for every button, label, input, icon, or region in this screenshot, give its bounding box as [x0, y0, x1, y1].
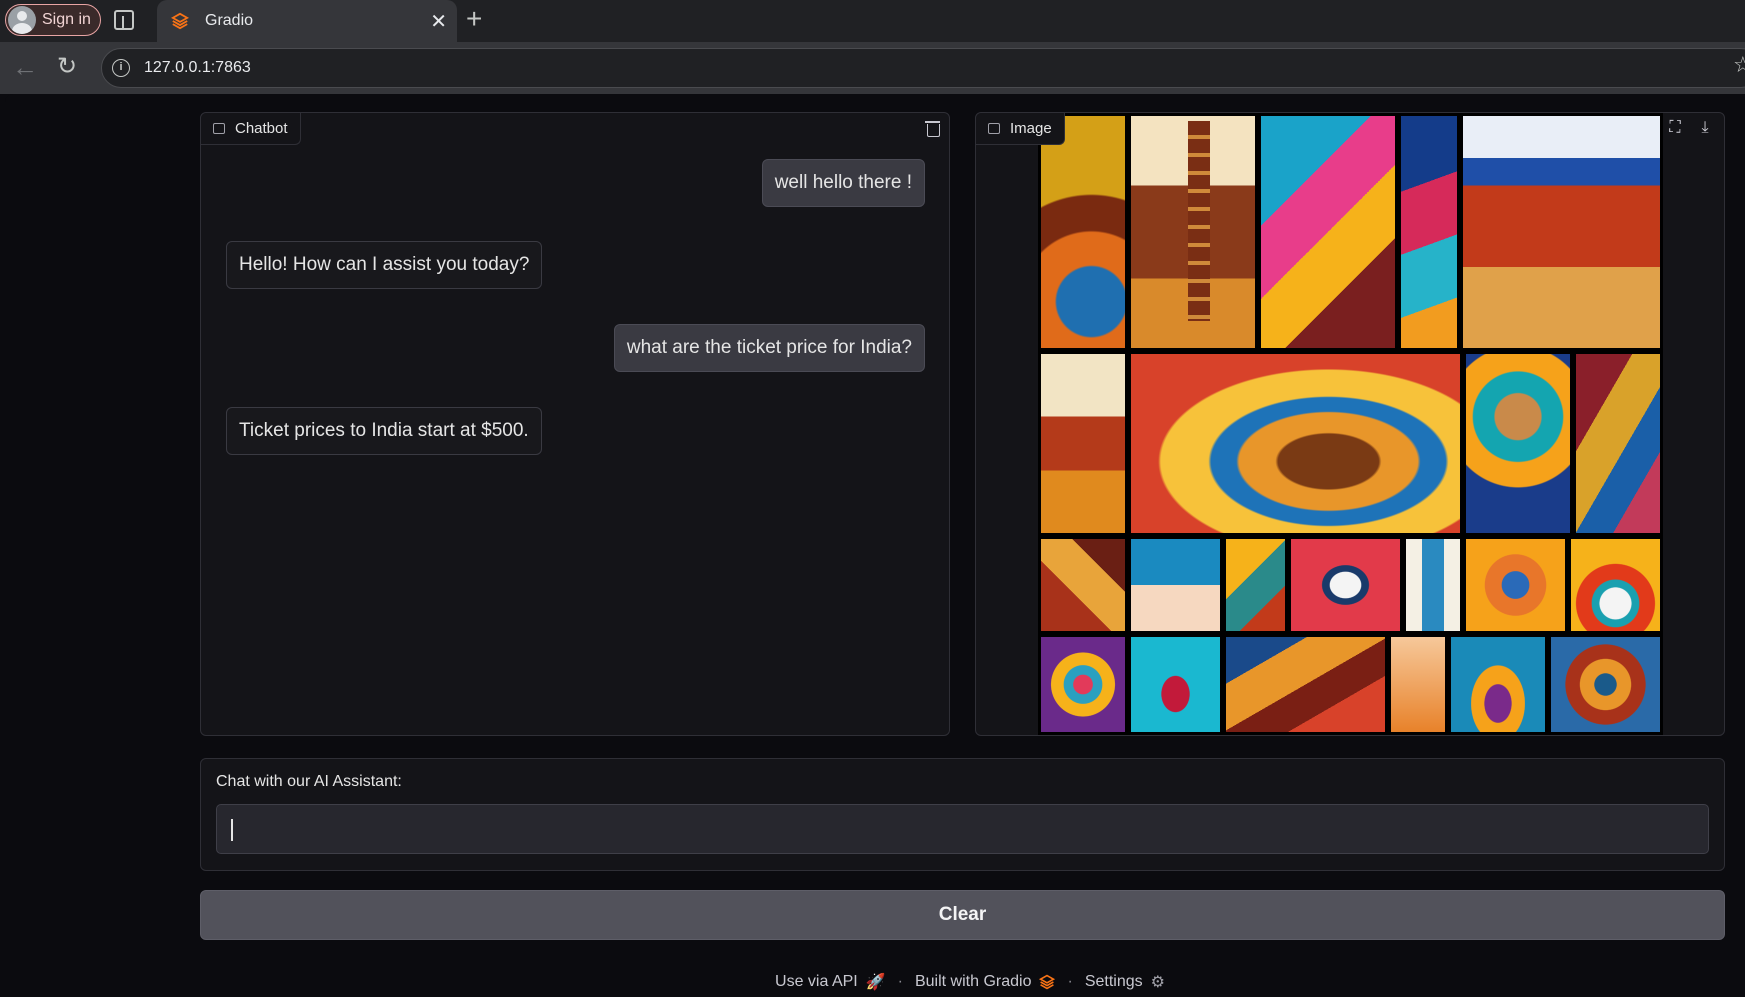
- chat-input-panel: Chat with our AI Assistant:: [200, 758, 1725, 871]
- gear-icon: ⚙: [1150, 974, 1165, 991]
- chat-message-bot: Ticket prices to India start at $500.: [226, 407, 542, 455]
- rocket-icon: 🚀: [865, 974, 886, 991]
- chat-message-user: well hello there !: [761, 159, 925, 207]
- avatar-icon: [8, 6, 36, 34]
- text-caret: [231, 819, 233, 841]
- chatbot-panel: Chatbot well hello there ! Hello! How ca…: [200, 112, 950, 736]
- site-info-icon[interactable]: i: [112, 59, 130, 77]
- tab-search-icon[interactable]: [114, 10, 134, 30]
- gradio-logo-icon: [171, 12, 189, 30]
- browser-toolbar: ← ↻ i 127.0.0.1:7863 ☆: [0, 42, 1745, 94]
- sign-in-button[interactable]: Sign in: [5, 4, 101, 36]
- image-label-text: Image: [1010, 120, 1052, 137]
- chatbot-label: Chatbot: [201, 113, 301, 145]
- footer-separator: ·: [897, 973, 903, 990]
- settings-link[interactable]: Settings ⚙: [1085, 972, 1165, 992]
- download-icon[interactable]: ⤓: [1696, 119, 1714, 137]
- gradio-page: Chatbot well hello there ! Hello! How ca…: [5, 94, 1745, 997]
- clear-button[interactable]: Clear: [200, 890, 1725, 940]
- chat-input-label: Chat with our AI Assistant:: [216, 773, 402, 790]
- close-tab-icon[interactable]: ✕: [430, 9, 447, 34]
- new-tab-button[interactable]: +: [466, 4, 482, 34]
- sign-in-label: Sign in: [42, 11, 91, 28]
- gradio-logo-icon: [1039, 974, 1056, 990]
- gradio-footer: Use via API 🚀 · Built with Gradio · Sett…: [5, 972, 1745, 992]
- browser-tabstrip: Sign in Gradio ✕ +: [0, 0, 1745, 42]
- chat-icon: [213, 123, 225, 134]
- built-with-gradio-text: Built with Gradio: [914, 973, 1032, 990]
- use-via-api-link[interactable]: Use via API 🚀: [775, 972, 886, 992]
- image-toolbar: ⛶ ⤓: [1666, 119, 1714, 137]
- tab-gradio[interactable]: Gradio ✕: [157, 0, 457, 42]
- chat-message-bot: Hello! How can I assist you today?: [226, 241, 543, 289]
- image-icon: [988, 123, 1000, 134]
- image-label: Image: [976, 113, 1065, 145]
- chat-input-field[interactable]: [216, 804, 1709, 854]
- built-with-gradio-link[interactable]: Built with Gradio: [915, 973, 1056, 991]
- reload-icon[interactable]: ↻: [57, 52, 77, 81]
- use-via-api-text: Use via API: [775, 973, 858, 990]
- back-arrow-icon[interactable]: ←: [12, 52, 38, 83]
- url-text: 127.0.0.1:7863: [144, 59, 251, 76]
- image-panel: Image ⛶ ⤓: [975, 112, 1725, 736]
- india-art-collage-image: [1038, 113, 1663, 735]
- bookmark-star-icon[interactable]: ☆: [1733, 52, 1745, 78]
- tab-title: Gradio: [205, 12, 254, 29]
- address-bar[interactable]: i 127.0.0.1:7863: [101, 48, 1745, 88]
- fullscreen-icon[interactable]: ⛶: [1666, 119, 1684, 137]
- chat-message-user: what are the ticket price for India?: [613, 324, 925, 372]
- chatbot-label-text: Chatbot: [235, 120, 288, 137]
- trash-icon[interactable]: [923, 117, 943, 139]
- footer-separator: ·: [1067, 973, 1073, 990]
- settings-text: Settings: [1084, 973, 1143, 990]
